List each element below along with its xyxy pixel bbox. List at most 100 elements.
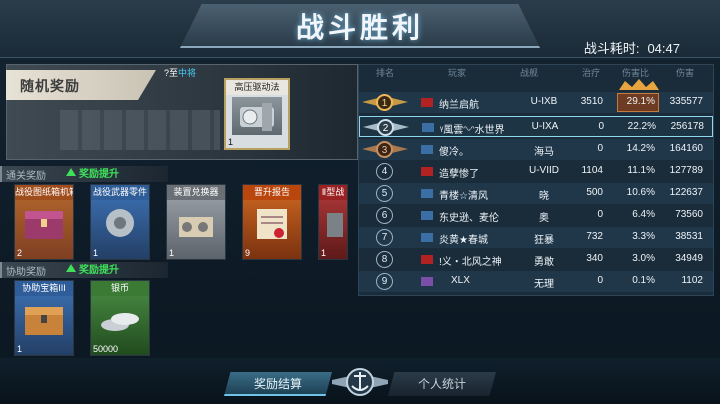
- assist-reward-boost: 奖励提升: [66, 261, 119, 276]
- tab-personal-stats[interactable]: 个人统计: [388, 372, 496, 396]
- damage-ratio: 6.4%: [632, 209, 655, 220]
- damage-value: 73560: [675, 209, 703, 220]
- item-name: 协助宝箱III: [15, 281, 73, 296]
- clear-reward-header: 通关奖励 奖励提升: [0, 166, 168, 182]
- battle-timer-value: 04:47: [647, 41, 680, 56]
- damage-ratio: 0.1%: [632, 275, 655, 286]
- battle-result-screen: 战斗胜利 战斗耗时: 04:47 随机奖励 ?至中将 高压驱动法 1 通关奖励 奖…: [0, 0, 720, 404]
- random-reward-label: 随机奖励: [20, 78, 80, 94]
- player-name: 造孽惨了: [439, 169, 479, 180]
- rank-badge: 2: [377, 119, 394, 136]
- assist-reward-label: 协助奖励: [6, 267, 46, 278]
- player-name: ᵞ風雲ᵔᵕᵔ水世界: [440, 125, 505, 136]
- heal-value: 340: [586, 253, 603, 264]
- rank-badge: 4: [376, 163, 393, 180]
- damage-ratio: 3.0%: [632, 253, 655, 264]
- rank-upgrade-highlight: 中将: [178, 68, 197, 78]
- panel-decoration: [60, 110, 220, 150]
- random-reward-item-name: 高压驱动法: [226, 80, 288, 95]
- item-qty: 1: [169, 248, 175, 258]
- blueprint-chest-icon: [21, 203, 67, 243]
- damage-value: 1102: [681, 275, 703, 286]
- assist-chest-icon: [21, 299, 67, 339]
- clear-reward-label: 通关奖励: [6, 171, 46, 182]
- random-reward-item-qty: 1: [228, 137, 234, 147]
- column-header-player: 玩家: [448, 68, 467, 78]
- player-name: !义・北风之神: [439, 257, 502, 268]
- rank-badge: 9: [376, 273, 393, 290]
- damage-value: 335577: [669, 96, 703, 107]
- ship-part-icon: [325, 203, 345, 243]
- damage-value: 122637: [669, 187, 703, 198]
- item-name: 战役图纸箱机箱: [15, 185, 73, 200]
- heal-value: 0: [597, 143, 603, 154]
- table-row[interactable]: 4 造孽惨了 U-VIID 1104 11.1% 127789: [359, 161, 713, 182]
- damage-ratio: 10.6%: [626, 187, 655, 198]
- drive-part-icon: [232, 97, 282, 135]
- random-reward-item[interactable]: 高压驱动法 1: [224, 78, 290, 150]
- assist-reward-item[interactable]: 协助宝箱III 1: [14, 280, 74, 356]
- nation-flag-icon: [421, 233, 433, 242]
- table-row[interactable]: 7 炎黄★春城 狂暴 732 3.3% 38531: [359, 227, 713, 248]
- player-name: XLX: [451, 275, 470, 286]
- page-title: 战斗胜利: [295, 12, 424, 43]
- assist-reward-boost-label: 奖励提升: [79, 265, 119, 276]
- table-row-selected[interactable]: 2 ᵞ風雲ᵔᵕᵔ水世界 U-IXA 0 22.2% 256178: [359, 116, 713, 137]
- heal-value: 500: [586, 187, 603, 198]
- clear-reward-item[interactable]: 装置兑换器 1: [166, 184, 226, 260]
- table-row[interactable]: 8 !义・北风之神 勇敢 340 3.0% 34949: [359, 249, 713, 270]
- rank-upgrade-note: ?至中将: [164, 66, 196, 79]
- item-name: 战役武器零件: [91, 185, 149, 200]
- table-row[interactable]: 1 纳兰启航 U-IXB 3510 29.1% 335577: [359, 79, 713, 113]
- table-row[interactable]: 9 XLX 无理 0 0.1% 1102: [359, 271, 713, 292]
- item-qty: 1: [321, 248, 327, 258]
- silver-coin-icon: [97, 299, 143, 339]
- rank-badge: 6: [376, 207, 393, 224]
- clear-reward-item[interactable]: 晋升报告 9: [242, 184, 302, 260]
- tab-reward-settlement[interactable]: 奖励结算: [224, 372, 332, 396]
- player-name: 傻冷。: [439, 147, 469, 158]
- rank-wing-icon: [392, 98, 408, 106]
- rank-wing-icon: [392, 145, 408, 153]
- damage-ratio: 14.2%: [626, 143, 655, 154]
- device-exchanger-icon: [173, 203, 219, 243]
- item-name: Ⅱ型战: [319, 185, 347, 200]
- nation-flag-icon: [421, 277, 433, 286]
- table-row[interactable]: 3 傻冷。 海马 0 14.2% 164160: [359, 139, 713, 160]
- battle-timer: 战斗耗时: 04:47: [584, 38, 680, 57]
- rank-badge: 8: [376, 251, 393, 268]
- item-name: 装置兑换器: [167, 185, 225, 200]
- boost-arrow-icon: [66, 264, 76, 272]
- item-qty: 50000: [93, 344, 119, 354]
- nation-flag-icon: [421, 145, 433, 154]
- damage-value: 38531: [675, 231, 703, 242]
- rank-badge: 5: [376, 185, 393, 202]
- damage-ratio: 22.2%: [627, 121, 656, 132]
- clear-reward-item[interactable]: 战役图纸箱机箱 2: [14, 184, 74, 260]
- item-name: 晋升报告: [243, 185, 301, 200]
- damage-ratio: 29.1%: [626, 96, 655, 107]
- assist-reward-item[interactable]: 银币 50000: [90, 280, 150, 356]
- battle-timer-label: 战斗耗时:: [583, 41, 640, 56]
- column-header-ship: 战舰: [520, 68, 539, 78]
- rank-wing-icon: [393, 123, 409, 131]
- item-name: 银币: [91, 281, 149, 296]
- clear-reward-item[interactable]: Ⅱ型战 1: [318, 184, 348, 260]
- item-qty: 1: [17, 344, 23, 354]
- nation-flag-icon: [421, 167, 433, 176]
- heal-value: 3510: [580, 96, 603, 107]
- anchor-emblem-icon: [332, 368, 388, 396]
- clear-reward-item[interactable]: 战役武器零件 1: [90, 184, 150, 260]
- nation-flag-icon: [422, 123, 434, 132]
- heal-value: 0: [597, 209, 603, 220]
- heal-value: 1104: [581, 165, 603, 176]
- column-header-heal: 治疗: [582, 68, 601, 78]
- table-row[interactable]: 5 青楼☆清风 晓 500 10.6% 122637: [359, 183, 713, 204]
- boost-arrow-icon: [66, 168, 76, 176]
- player-name: 纳兰启航: [439, 100, 479, 111]
- damage-value: 34949: [675, 253, 703, 264]
- damage-value: 164160: [669, 143, 703, 154]
- nation-flag-icon: [421, 255, 433, 264]
- table-row[interactable]: 6 东史逊、麦伦 奥 0 6.4% 73560: [359, 205, 713, 226]
- damage-ratio: 3.3%: [632, 231, 655, 242]
